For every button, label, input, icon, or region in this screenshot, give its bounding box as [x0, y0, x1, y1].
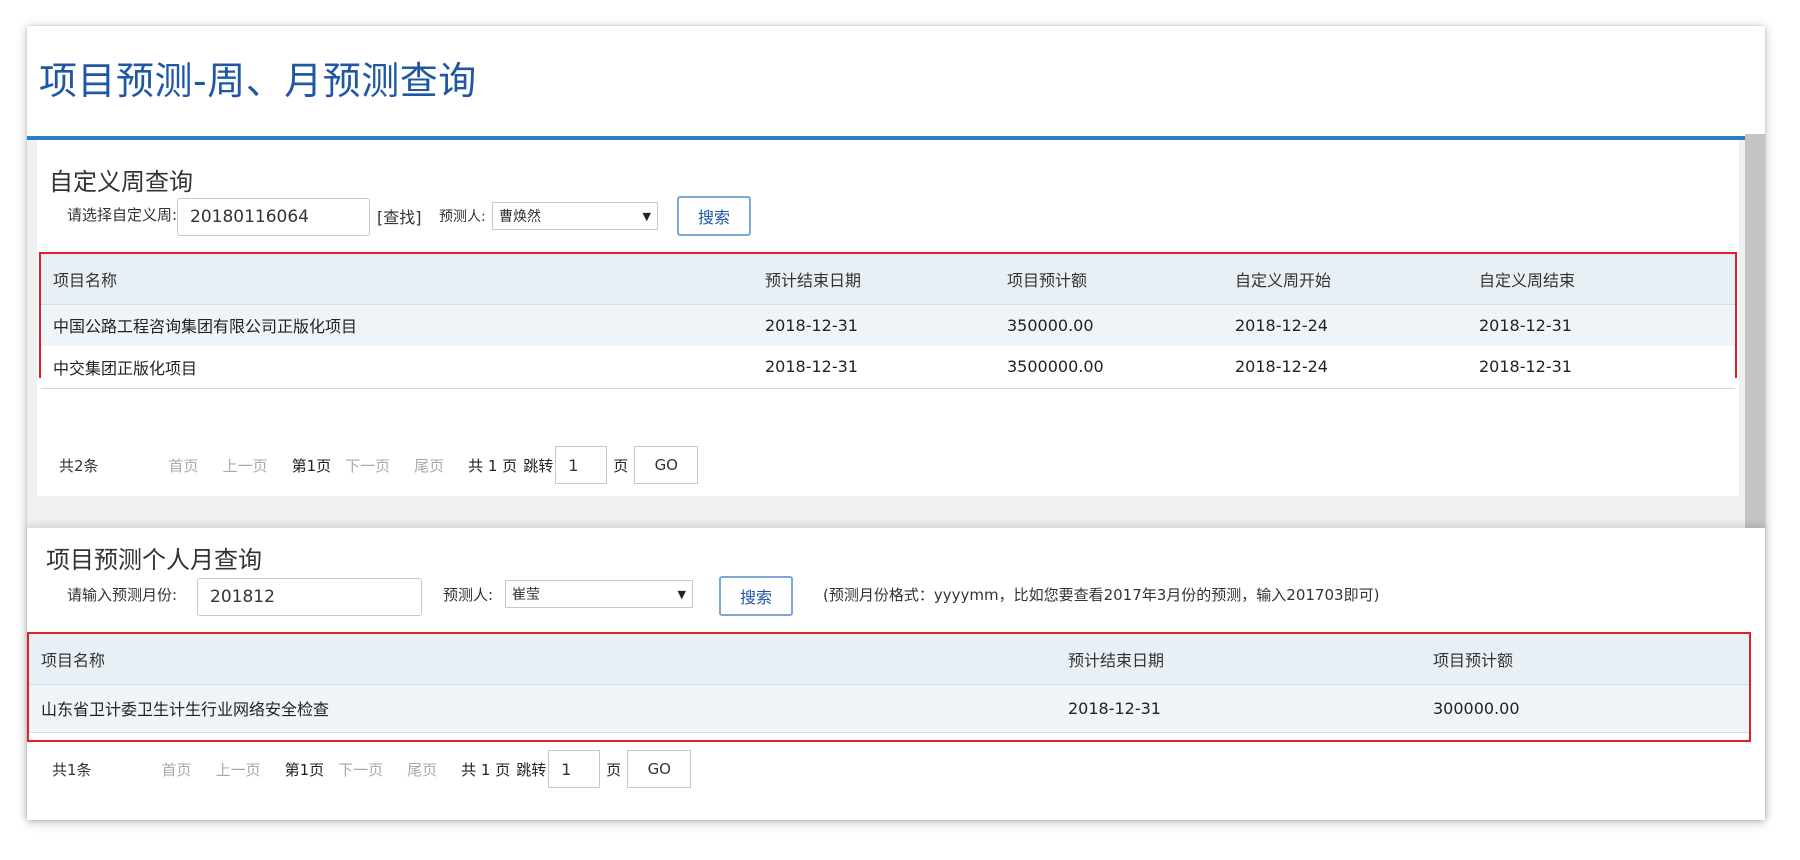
pager-jump-label: 跳转 [523, 456, 554, 475]
month-forecaster-label: 预测人: [443, 586, 494, 604]
col-amount: 项目预计额 [1421, 634, 1749, 685]
week-results-table: 项目名称 预计结束日期 项目预计额 自定义周开始 自定义周结束 中国公路工程咨询… [39, 252, 1737, 389]
cell-amount: 300000.00 [1421, 684, 1749, 733]
cell-week-end: 2018-12-31 [1467, 346, 1735, 389]
table-row[interactable]: 中国公路工程咨询集团有限公司正版化项目 2018-12-31 350000.00… [41, 304, 1735, 346]
week-section-title: 自定义周查询 [49, 168, 193, 196]
month-query-panel: 项目预测个人月查询 请输入预测月份: 201812 预测人: 崔莹 ▼ 搜索 (… [27, 528, 1765, 820]
pager-jump-label: 跳转 [516, 760, 547, 779]
pager-unit: 页 [606, 760, 622, 779]
month-input[interactable]: 201812 [197, 578, 422, 616]
month-section-title: 项目预测个人月查询 [46, 546, 262, 574]
week-search-button[interactable]: 搜索 [677, 196, 751, 236]
month-format-hint: (预测月份格式：yyyymm，比如您要查看2017年3月份的预测，输入20170… [823, 586, 1380, 604]
week-forecaster-select[interactable]: 曹焕然 ▼ [492, 202, 658, 230]
week-query-panel: 自定义周查询 请选择自定义周: 20180116064 [查找] 预测人: 曹焕… [37, 140, 1739, 496]
pager-go-button[interactable]: GO [627, 750, 692, 788]
cell-project-name: 山东省卫计委卫生计生行业网络安全检查 [29, 684, 1056, 733]
chevron-down-icon: ▼ [677, 587, 686, 601]
col-end-date: 预计结束日期 [1056, 634, 1421, 685]
cell-week-start: 2018-12-24 [1223, 304, 1467, 346]
cell-week-start: 2018-12-24 [1223, 346, 1467, 389]
pager-next[interactable]: 下一页 [345, 455, 390, 476]
cell-amount: 3500000.00 [995, 346, 1223, 389]
week-pager: 共2条 首页 上一页 第1页 下一页 尾页 共 1 页 跳转 1 页 GO [59, 446, 699, 484]
col-project-name: 项目名称 [29, 634, 1056, 685]
col-project-name: 项目名称 [41, 254, 753, 305]
table-header-row: 项目名称 预计结束日期 项目预计额 自定义周开始 自定义周结束 [41, 254, 1735, 305]
month-results-table: 项目名称 预计结束日期 项目预计额 山东省卫计委卫生计生行业网络安全检查 201… [27, 632, 1751, 742]
table-header-row: 项目名称 预计结束日期 项目预计额 [29, 634, 1749, 685]
pager-prev[interactable]: 上一页 [216, 759, 261, 780]
pager-first[interactable]: 首页 [169, 455, 199, 476]
pager-page-count: 共 1 页 [461, 760, 511, 779]
pager-prev[interactable]: 上一页 [223, 455, 268, 476]
pager-go-button[interactable]: GO [634, 446, 699, 484]
pager-next[interactable]: 下一页 [338, 759, 383, 780]
pager-page-count: 共 1 页 [468, 456, 518, 475]
col-week-end: 自定义周结束 [1467, 254, 1735, 305]
week-forecaster-value: 曹焕然 [499, 209, 541, 225]
pager-page-input[interactable]: 1 [548, 750, 601, 788]
pager-unit: 页 [613, 456, 629, 475]
page-title: 项目预测-周、月预测查询 [39, 59, 477, 103]
pager-current: 第1页 [291, 456, 332, 475]
month-search-button[interactable]: 搜索 [719, 576, 793, 616]
chevron-down-icon: ▼ [642, 209, 651, 223]
month-forecaster-select[interactable]: 崔莹 ▼ [505, 580, 693, 608]
pager-page-input[interactable]: 1 [555, 446, 608, 484]
table-row[interactable]: 中交集团正版化项目 2018-12-31 3500000.00 2018-12-… [41, 346, 1735, 389]
pager-last[interactable]: 尾页 [414, 455, 444, 476]
cell-project-name: 中交集团正版化项目 [41, 346, 753, 389]
cell-week-end: 2018-12-31 [1467, 304, 1735, 346]
cell-amount: 350000.00 [995, 304, 1223, 346]
pager-first[interactable]: 首页 [162, 759, 192, 780]
page-frame: 项目预测-周、月预测查询 自定义周查询 请选择自定义周: 20180116064… [27, 26, 1765, 820]
month-forecaster-value: 崔莹 [512, 587, 540, 603]
table-row[interactable]: 山东省卫计委卫生计生行业网络安全检查 2018-12-31 300000.00 [29, 684, 1749, 733]
week-forecaster-label: 预测人: [439, 209, 486, 225]
month-label: 请输入预测月份: [67, 586, 178, 604]
pager-current: 第1页 [284, 760, 325, 779]
pager-last[interactable]: 尾页 [407, 759, 437, 780]
find-link[interactable]: [查找] [377, 204, 422, 228]
week-input[interactable]: 20180116064 [177, 198, 370, 236]
pager-total: 共2条 [59, 456, 99, 475]
month-pager: 共1条 首页 上一页 第1页 下一页 尾页 共 1 页 跳转 1 页 GO [52, 750, 692, 788]
col-end-date: 预计结束日期 [753, 254, 995, 305]
vertical-scrollbar[interactable] [1745, 134, 1765, 554]
cell-end-date: 2018-12-31 [1056, 684, 1421, 733]
cell-project-name: 中国公路工程咨询集团有限公司正版化项目 [41, 304, 753, 346]
week-label: 请选择自定义周: [67, 206, 178, 224]
cell-end-date: 2018-12-31 [753, 304, 995, 346]
col-amount: 项目预计额 [995, 254, 1223, 305]
pager-total: 共1条 [52, 760, 92, 779]
cell-end-date: 2018-12-31 [753, 346, 995, 389]
col-week-start: 自定义周开始 [1223, 254, 1467, 305]
